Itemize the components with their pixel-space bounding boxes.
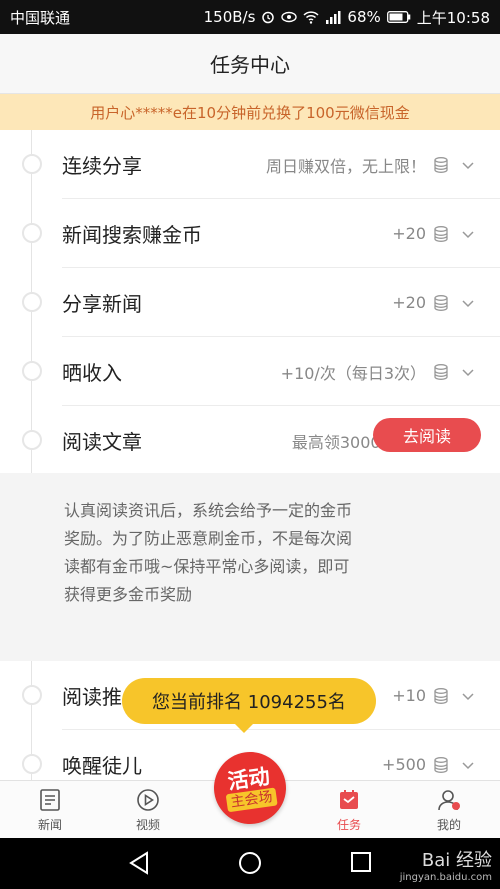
rank-text: 您当前排名 1094255名 xyxy=(152,692,346,713)
task-reward: 周日赚双倍，无上限！ xyxy=(266,130,476,199)
task-row-continuous-share[interactable]: 连续分享 周日赚双倍，无上限！ xyxy=(0,130,500,199)
notice-text: 用户心*****e在10分钟前兑换了100元微信现金 xyxy=(90,103,410,122)
chevron-down-icon xyxy=(462,161,474,169)
timeline-dot xyxy=(22,754,42,774)
battery-icon xyxy=(386,11,411,23)
timeline-dot xyxy=(22,154,42,174)
chevron-down-icon xyxy=(462,692,474,700)
coin-stack-icon xyxy=(434,363,448,380)
task-description: 认真阅读资讯后，系统会给予一定的金币奖励。为了防止恶意刷金币，不是每次阅读都有金… xyxy=(64,501,353,604)
task-reward: +500 xyxy=(382,730,476,780)
recent-apps-icon[interactable] xyxy=(350,851,372,873)
timeline-dot xyxy=(22,223,42,243)
page-title: 任务中心 xyxy=(210,53,290,77)
task-name: 分享新闻 xyxy=(62,292,142,316)
back-icon[interactable] xyxy=(128,851,150,875)
app-header: 任务中心 xyxy=(0,34,500,94)
system-nav-bar: Bai 经验 jingyan.baidu.com xyxy=(0,838,500,889)
task-name: 阅读文章 xyxy=(62,430,142,454)
task-reward: +10/次（每日3次） xyxy=(281,337,476,406)
task-name: 新闻搜索赚金币 xyxy=(62,223,202,247)
go-read-button[interactable]: 去阅读 xyxy=(373,418,481,452)
chevron-down-icon xyxy=(462,230,474,238)
eye-icon xyxy=(281,11,298,23)
task-row-share-news[interactable]: 分享新闻 +20 xyxy=(0,268,500,337)
activity-main-venue-button[interactable]: 活动 主会场 xyxy=(206,744,296,829)
status-bar: 中国联通 150B/s 68% 上午10:58 xyxy=(0,0,500,34)
notice-banner: 用户心*****e在10分钟前兑换了100元微信现金 xyxy=(0,94,500,130)
task-name: 连续分享 xyxy=(62,154,142,178)
wifi-icon xyxy=(303,11,319,24)
profile-icon xyxy=(438,790,460,811)
alarm-icon xyxy=(262,11,275,24)
chevron-down-icon xyxy=(462,368,474,376)
signal-icon xyxy=(326,10,341,24)
battery-percent: 68% xyxy=(347,8,381,26)
task-reward: +10 xyxy=(392,661,476,730)
coin-stack-icon xyxy=(434,756,448,773)
rank-tooltip: 您当前排名 1094255名 xyxy=(122,678,376,733)
task-reward: +20 xyxy=(392,199,476,268)
timeline-dot xyxy=(22,292,42,312)
task-name: 晒收入 xyxy=(62,361,122,385)
tab-news[interactable]: 新闻 xyxy=(10,781,90,839)
carrier-label: 中国联通 xyxy=(10,8,71,27)
tab-label: 视频 xyxy=(135,818,160,832)
timeline-dot xyxy=(22,430,42,450)
coin-stack-icon xyxy=(434,225,448,242)
task-icon xyxy=(340,790,358,809)
timeline-dot xyxy=(22,685,42,705)
task-reward: +20 xyxy=(392,268,476,337)
task-row-show-income[interactable]: 晒收入 +10/次（每日3次） xyxy=(0,337,500,406)
tab-task[interactable]: 任务 xyxy=(309,781,389,839)
watermark: Bai 经验 jingyan.baidu.com xyxy=(399,850,492,883)
home-icon[interactable] xyxy=(238,851,262,875)
tab-video[interactable]: 视频 xyxy=(108,781,188,839)
tab-label: 新闻 xyxy=(37,818,62,832)
activity-badge: 活动 主会场 xyxy=(209,747,291,829)
clock: 上午10:58 xyxy=(416,8,490,27)
chevron-down-icon xyxy=(462,761,474,769)
coin-stack-icon xyxy=(434,687,448,704)
video-play-icon xyxy=(137,789,159,811)
coin-stack-icon xyxy=(434,156,448,173)
tab-profile[interactable]: 我的 xyxy=(409,781,489,839)
task-name: 阅读推 xyxy=(62,685,122,709)
tab-label: 任务 xyxy=(336,818,361,832)
network-speed: 150B/s xyxy=(203,8,256,26)
task-detail-panel: 认真阅读资讯后，系统会给予一定的金币奖励。为了防止恶意刷金币，不是每次阅读都有金… xyxy=(0,473,500,661)
task-name: 唤醒徒儿 xyxy=(62,754,142,778)
chevron-down-icon xyxy=(462,299,474,307)
tab-label: 我的 xyxy=(436,818,461,832)
news-icon xyxy=(40,789,60,811)
coin-stack-icon xyxy=(434,294,448,311)
task-row-news-search[interactable]: 新闻搜索赚金币 +20 xyxy=(0,199,500,268)
timeline-dot xyxy=(22,361,42,381)
